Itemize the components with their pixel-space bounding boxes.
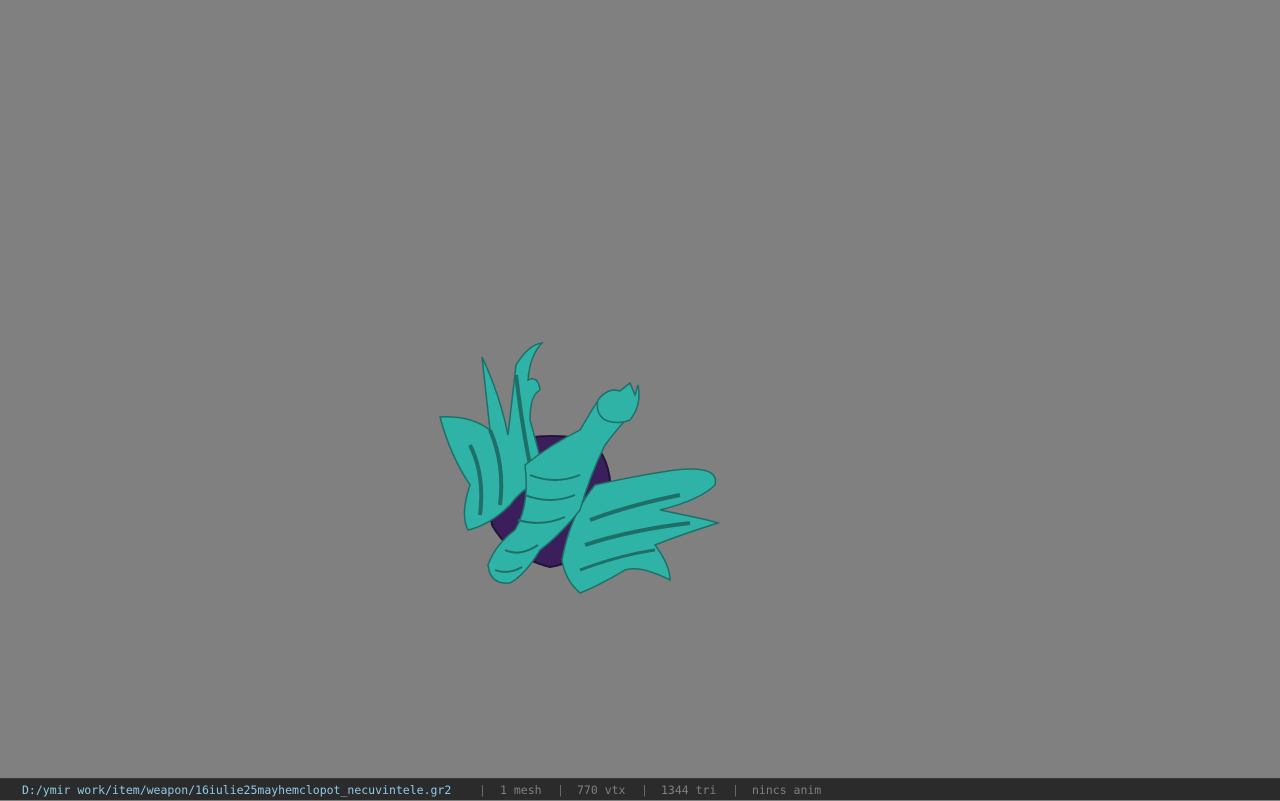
mesh-count: 1 mesh [500,783,542,797]
file-path: D:/ymir work/item/weapon/16iulie25mayhem… [22,783,452,797]
status-separator: | [641,783,648,797]
status-separator: | [732,783,739,797]
triangle-count: 1344 tri [661,783,717,797]
3d-viewport[interactable] [0,0,1280,778]
vertex-count: 770 vtx [577,783,626,797]
status-bar: D:/ymir work/item/weapon/16iulie25mayhem… [0,778,1280,800]
status-separator: | [479,783,486,797]
model-head [596,381,640,424]
anim-status: nincs anim [752,783,822,797]
dragon-weapon-model[interactable] [430,335,730,605]
status-separator: | [557,783,564,797]
